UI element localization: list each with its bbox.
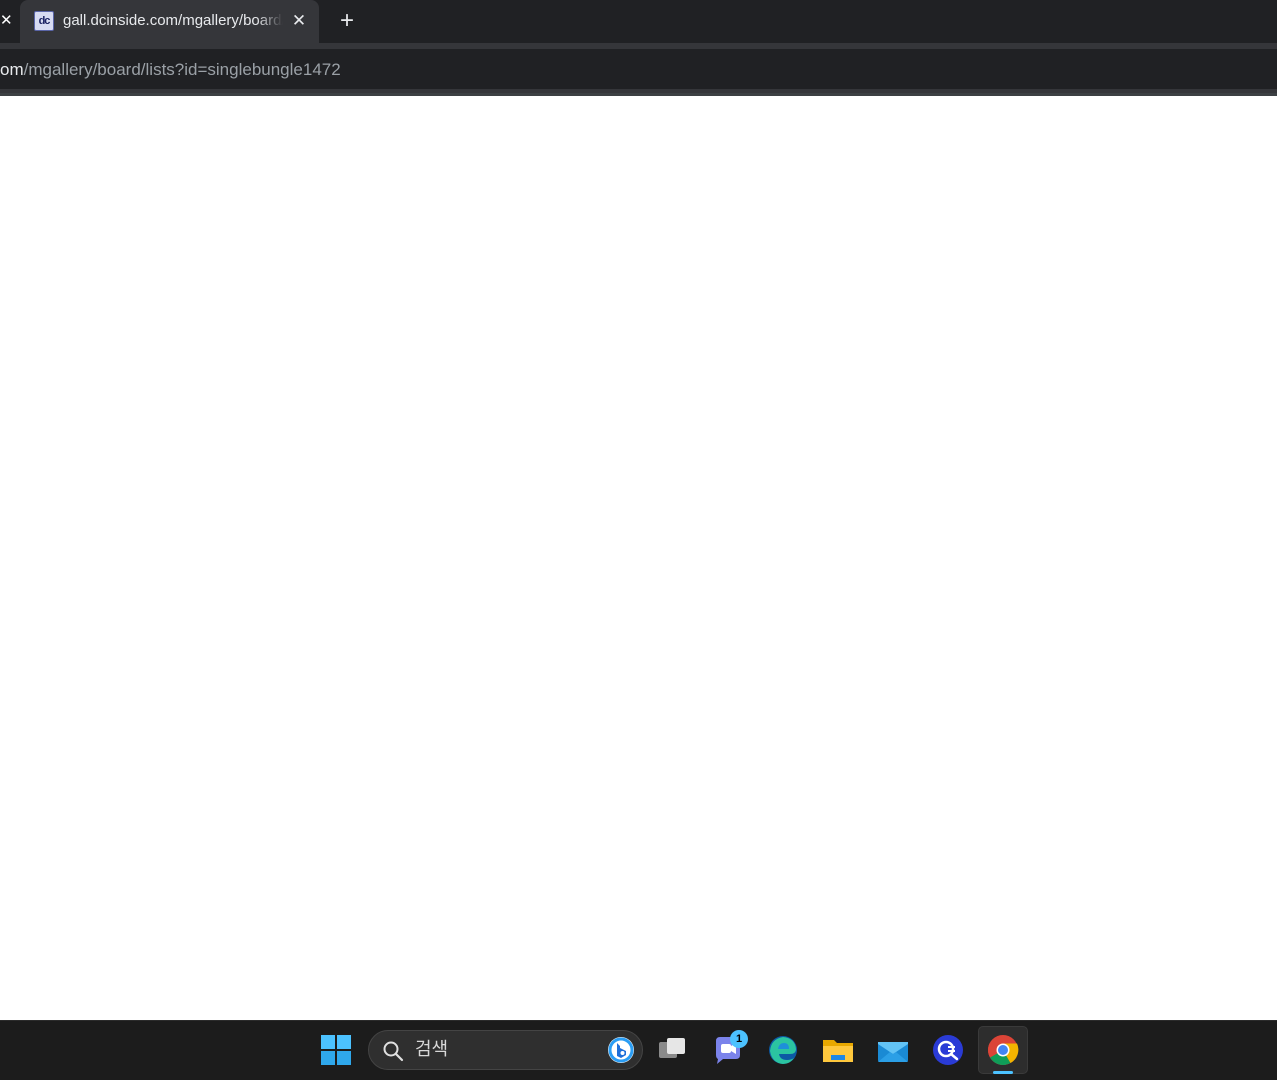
dcinside-favicon-icon: dc xyxy=(34,11,54,31)
taskbar-search-box[interactable]: 검색 xyxy=(368,1030,643,1070)
notification-badge: 1 xyxy=(730,1030,748,1048)
browser-tab-strip: ✕ dc gall.dcinside.com/mgallery/board/li… xyxy=(0,0,1277,43)
address-bar[interactable]: om/mgallery/board/lists?id=singlebungle1… xyxy=(0,49,1277,89)
task-view-icon[interactable] xyxy=(656,1033,690,1067)
copilot-search-icon[interactable] xyxy=(931,1033,965,1067)
url-path: /mgallery/board/lists?id=singlebungle147… xyxy=(23,60,341,79)
mail-icon[interactable] xyxy=(876,1033,910,1067)
search-placeholder: 검색 xyxy=(415,1039,449,1060)
page-content xyxy=(0,96,1277,1020)
tab-close-icon[interactable]: ✕ xyxy=(288,10,310,32)
new-tab-button[interactable]: + xyxy=(334,8,360,34)
tab-dcinside[interactable]: dc gall.dcinside.com/mgallery/board/list… xyxy=(20,0,319,43)
file-explorer-icon[interactable] xyxy=(821,1033,855,1067)
browser-toolbar: om/mgallery/board/lists?id=singlebungle1… xyxy=(0,43,1277,93)
search-icon xyxy=(383,1041,404,1062)
url-host: om xyxy=(0,60,24,79)
previous-tab-close-icon[interactable]: ✕ xyxy=(0,12,13,30)
address-bar-url[interactable]: om/mgallery/board/lists?id=singlebungle1… xyxy=(0,59,341,81)
edge-icon[interactable] xyxy=(766,1033,800,1067)
tab-title: gall.dcinside.com/mgallery/board/lists xyxy=(63,12,283,29)
bing-icon[interactable] xyxy=(607,1036,635,1064)
active-app-indicator xyxy=(993,1071,1013,1074)
windows-taskbar: 검색 1 xyxy=(0,1020,1277,1080)
chrome-icon[interactable] xyxy=(986,1033,1020,1067)
windows-start-icon[interactable] xyxy=(320,1034,352,1066)
